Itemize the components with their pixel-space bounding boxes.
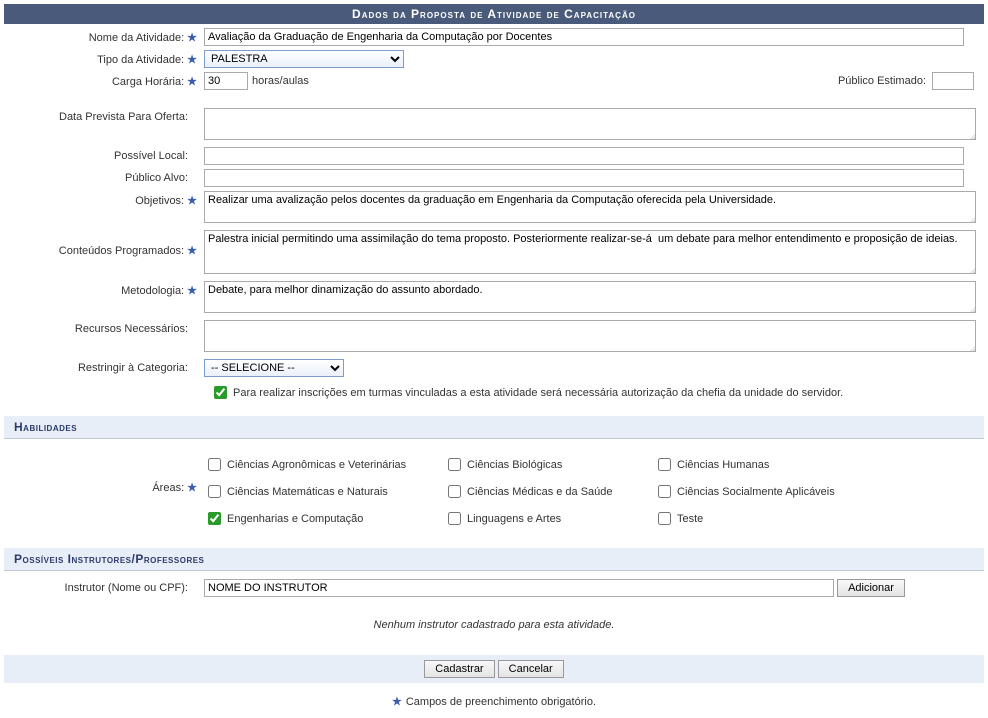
area-item: Ciências Socialmente Aplicáveis [654, 482, 884, 501]
area-checkbox[interactable] [658, 458, 671, 471]
required-star-icon: ★ [184, 54, 200, 66]
required-star-icon: ★ [184, 76, 200, 88]
label-areas: Áreas:★ [4, 451, 204, 494]
area-item: Teste [654, 509, 884, 528]
area-checkbox[interactable] [208, 512, 221, 525]
recursos-input[interactable] [204, 320, 976, 352]
label-carga-horaria: Carga Horária:★ [4, 72, 204, 88]
area-item: Ciências Humanas [654, 455, 884, 474]
restringir-categoria-select[interactable]: -- SELECIONE -- [204, 359, 344, 377]
required-star-icon: ★ [184, 32, 200, 44]
data-prevista-input[interactable] [204, 108, 976, 140]
area-item: Ciências Médicas e da Saúde [444, 482, 644, 501]
instrutores-empty-message: Nenhum instrutor cadastrado para esta at… [4, 601, 984, 649]
label-instrutor: Instrutor (Nome ou CPF): [4, 579, 204, 594]
area-checkbox[interactable] [448, 485, 461, 498]
area-label: Teste [677, 513, 703, 525]
area-checkbox[interactable] [208, 458, 221, 471]
nome-atividade-input[interactable] [204, 28, 964, 46]
section-header-habilidades: Habilidades [4, 416, 984, 439]
objetivos-input[interactable] [204, 191, 976, 223]
area-label: Ciências Agronômicas e Veterinárias [227, 459, 406, 471]
label-recursos: Recursos Necessários: [4, 320, 204, 335]
required-star-icon: ★ [392, 696, 406, 708]
footnote-obrigatorio: ★Campos de preenchimento obrigatório. [4, 683, 984, 714]
area-label: Ciências Médicas e da Saúde [467, 486, 613, 498]
autorizacao-label: Para realizar inscrições em turmas vincu… [233, 387, 843, 399]
publico-estimado-input[interactable] [932, 72, 974, 90]
footer-actions: Cadastrar Cancelar [4, 655, 984, 683]
possivel-local-input[interactable] [204, 147, 964, 165]
required-star-icon: ★ [184, 245, 200, 257]
label-metodologia: Metodologia:★ [4, 281, 204, 297]
label-conteudos: Conteúdos Programados:★ [4, 230, 204, 257]
label-nome-atividade: Nome da Atividade:★ [4, 28, 204, 44]
area-label: Engenharias e Computação [227, 513, 363, 525]
adicionar-button[interactable]: Adicionar [837, 579, 905, 597]
label-possivel-local: Possível Local: [4, 147, 204, 162]
area-label: Ciências Socialmente Aplicáveis [677, 486, 835, 498]
section-header-proposta: Dados da Proposta de Atividade de Capaci… [4, 4, 984, 24]
label-tipo-atividade: Tipo da Atividade:★ [4, 50, 204, 66]
section-header-instrutores: Possíveis Instrutores/Professores [4, 548, 984, 571]
area-checkbox[interactable] [448, 458, 461, 471]
publico-alvo-input[interactable] [204, 169, 964, 187]
area-label: Ciências Matemáticas e Naturais [227, 486, 388, 498]
carga-horaria-input[interactable] [204, 72, 248, 90]
metodologia-input[interactable] [204, 281, 976, 313]
required-star-icon: ★ [184, 285, 200, 297]
area-checkbox[interactable] [658, 512, 671, 525]
cancelar-button[interactable]: Cancelar [498, 660, 564, 678]
area-item: Ciências Biológicas [444, 455, 644, 474]
label-restringir: Restringir à Categoria: [4, 359, 204, 374]
area-checkbox[interactable] [208, 485, 221, 498]
label-objetivos: Objetivos:★ [4, 191, 204, 207]
autorizacao-checkbox[interactable] [214, 386, 227, 399]
carga-horaria-unit: horas/aulas [248, 75, 309, 87]
required-star-icon: ★ [184, 195, 200, 207]
area-item: Engenharias e Computação [204, 509, 434, 528]
label-data-prevista: Data Prevista Para Oferta: [4, 108, 204, 123]
required-star-icon: ★ [184, 482, 200, 494]
label-publico-alvo: Público Alvo: [4, 169, 204, 184]
instrutor-input[interactable] [204, 579, 834, 597]
tipo-atividade-select[interactable]: PALESTRA [204, 50, 404, 68]
area-checkbox[interactable] [448, 512, 461, 525]
label-publico-estimado: Público Estimado: [838, 75, 932, 87]
area-item: Ciências Matemáticas e Naturais [204, 482, 434, 501]
area-label: Ciências Biológicas [467, 459, 562, 471]
cadastrar-button[interactable]: Cadastrar [424, 660, 494, 678]
area-label: Ciências Humanas [677, 459, 769, 471]
area-item: Linguagens e Artes [444, 509, 644, 528]
area-label: Linguagens e Artes [467, 513, 561, 525]
conteudos-input[interactable] [204, 230, 976, 274]
area-checkbox[interactable] [658, 485, 671, 498]
area-item: Ciências Agronômicas e Veterinárias [204, 455, 434, 474]
